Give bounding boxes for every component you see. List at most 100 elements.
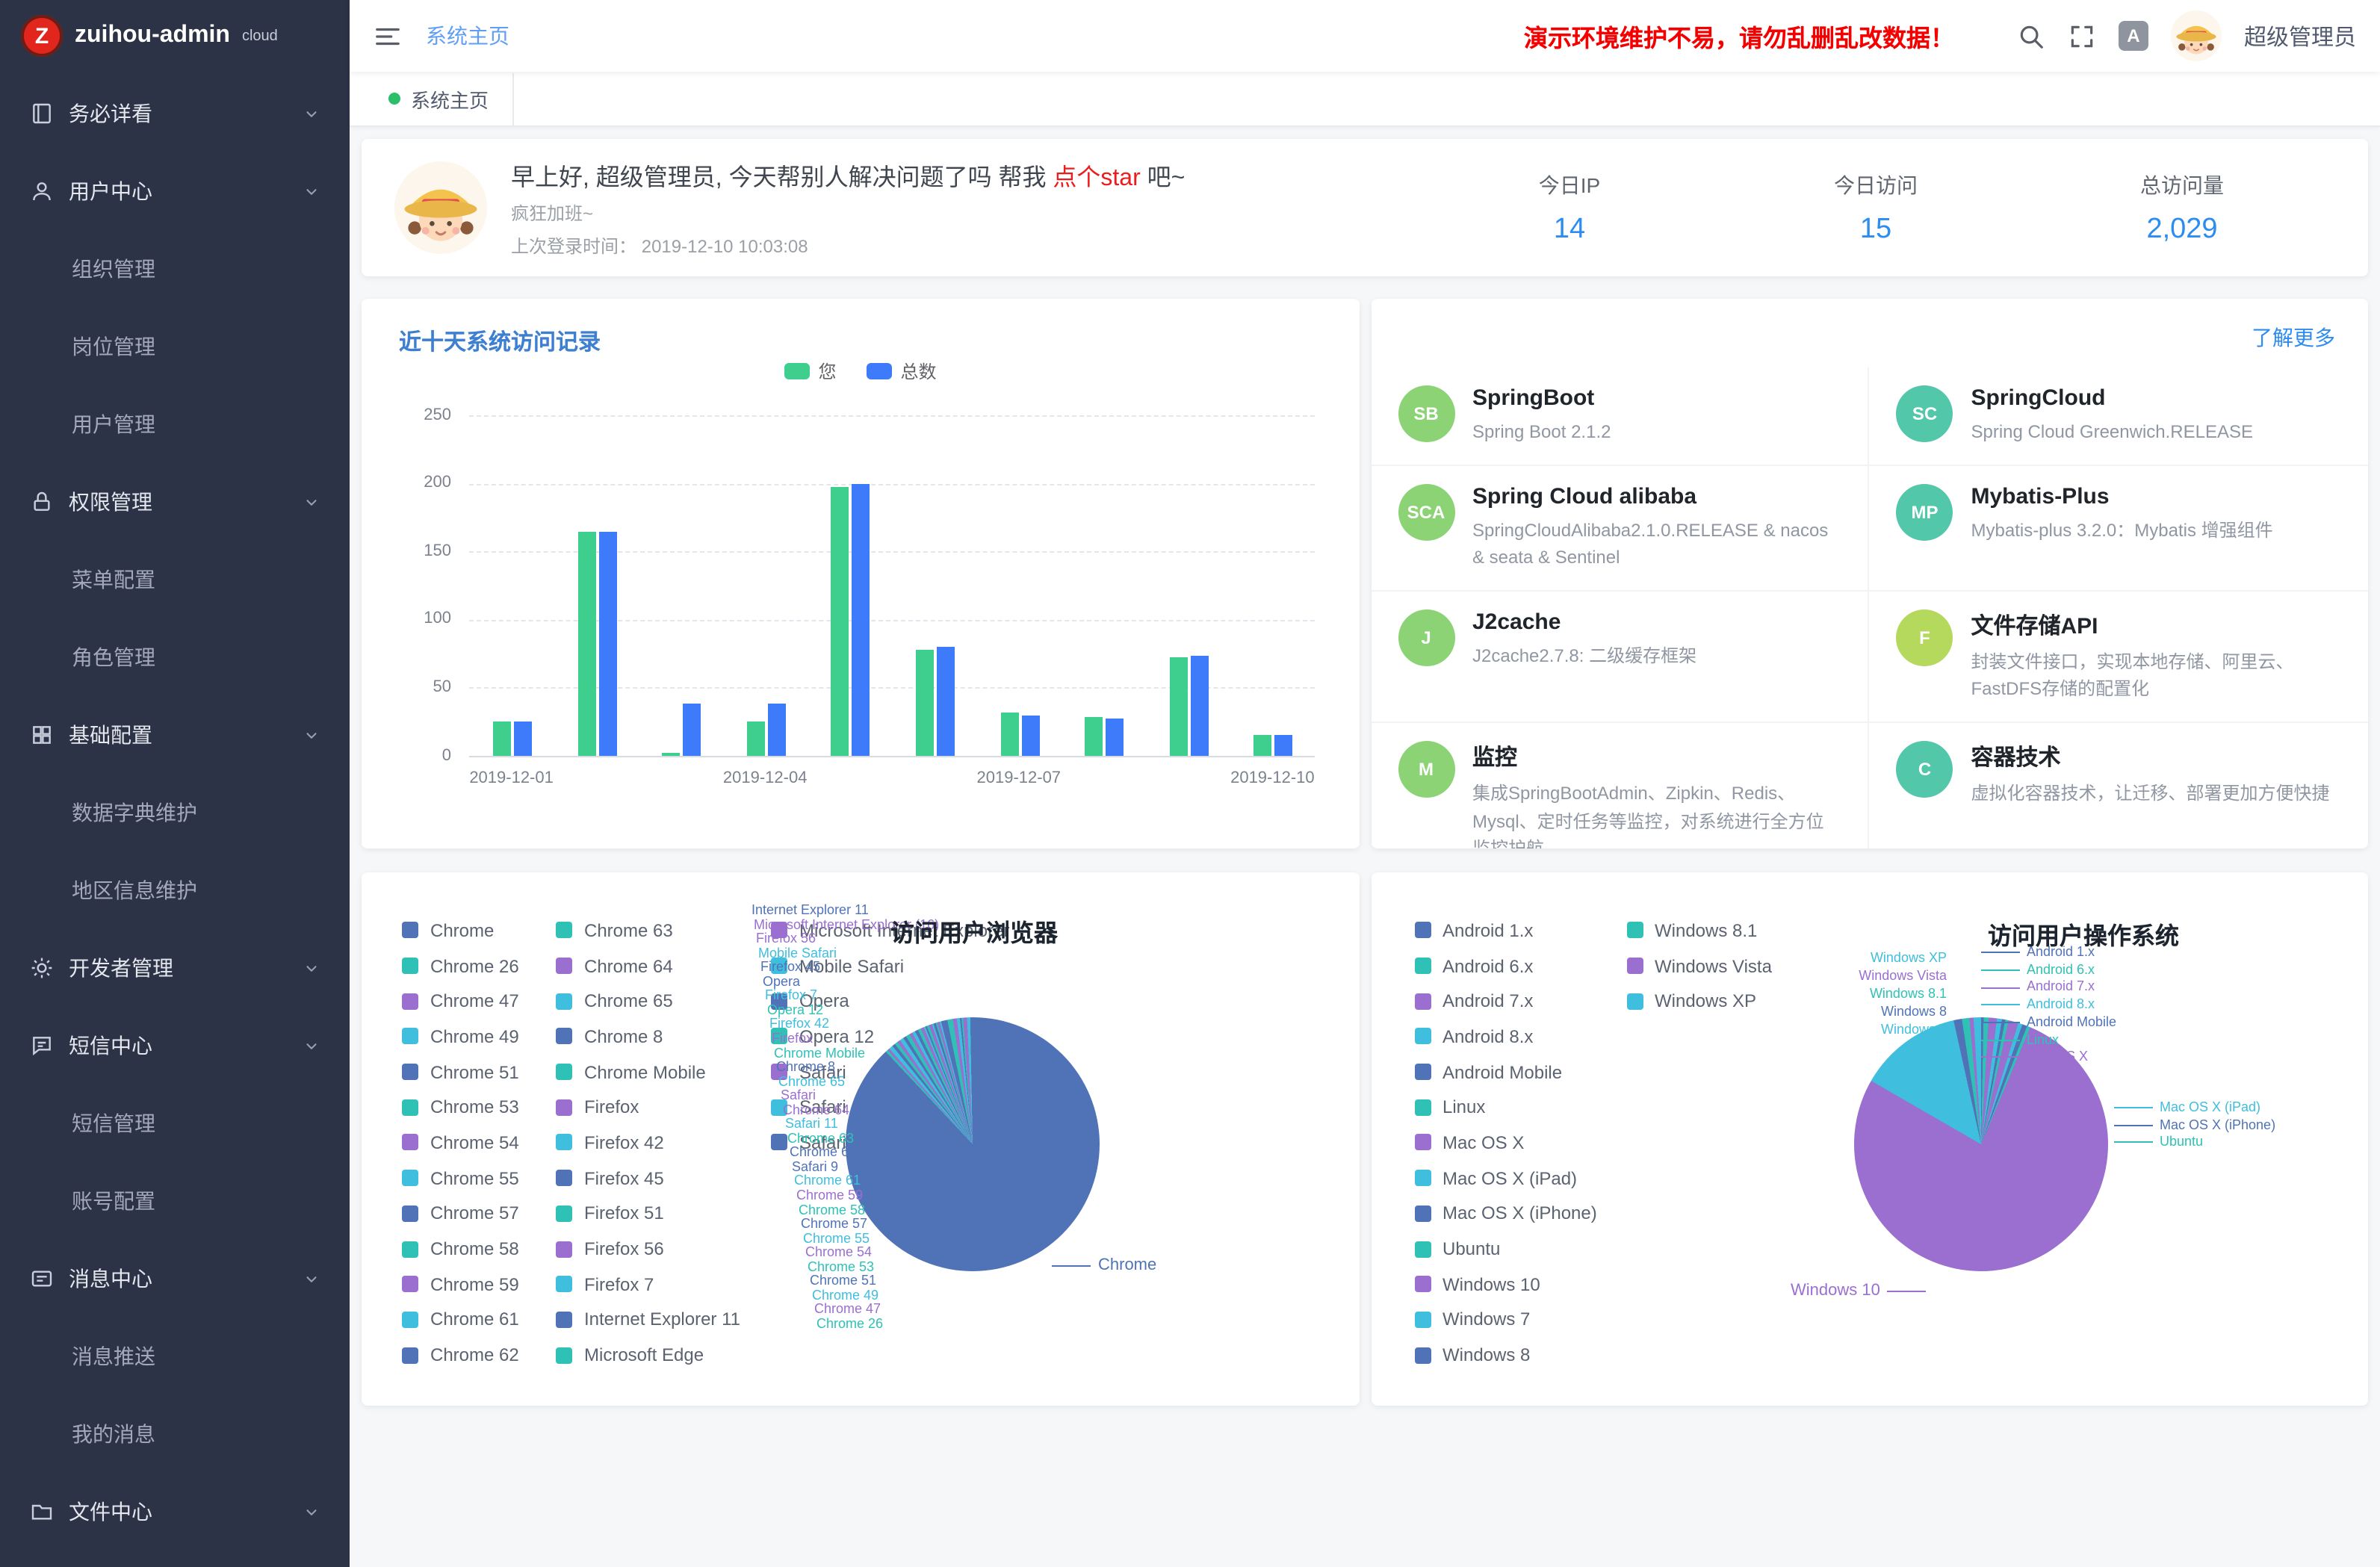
legend-item-总数[interactable]: 总数 xyxy=(867,359,937,384)
user-avatar[interactable] xyxy=(2171,10,2222,61)
sidebar-subitem-5-0[interactable]: 短信管理 xyxy=(0,1085,350,1162)
fullscreen-icon[interactable] xyxy=(2068,22,2096,50)
tech-text: 容器技术虚拟化容器技术，让迁移、部署更加方便快捷 xyxy=(1971,741,2330,807)
sidebar-item-2[interactable]: 权限管理 xyxy=(0,463,350,541)
legend-chip xyxy=(1414,958,1431,974)
greeting-pre: 早上好, 超级管理员, 今天帮别人解决问题了吗 帮我 xyxy=(511,166,1053,191)
sidebar-subitem-2-0[interactable]: 菜单配置 xyxy=(0,541,350,618)
legend-item[interactable]: Firefox 56 xyxy=(556,1231,740,1266)
pie-callout-label: Mac OS X (iPad) xyxy=(2113,1099,2260,1114)
sidebar-item-4[interactable]: 开发者管理 xyxy=(0,929,350,1007)
legend-item[interactable]: Windows 8 xyxy=(1414,1338,1597,1373)
legend-chip xyxy=(556,1276,572,1292)
sidebar-subitem-5-1[interactable]: 账号配置 xyxy=(0,1162,350,1240)
main-area: 系统主页 演示环境维护不易，请勿乱删乱改数据！ A 超级管理员 系统主页 xyxy=(350,0,2380,1567)
legend-item[interactable]: Chrome 8 xyxy=(556,1019,740,1054)
tech-badge-icon: M xyxy=(1398,741,1454,798)
legend-item[interactable]: Firefox 51 xyxy=(556,1196,740,1231)
legend-item[interactable]: Chrome 57 xyxy=(402,1196,519,1231)
search-icon[interactable] xyxy=(2017,22,2045,50)
username[interactable]: 超级管理员 xyxy=(2244,20,2356,52)
legend-item[interactable]: Chrome 54 xyxy=(402,1125,519,1160)
legend-item[interactable]: Microsoft Edge xyxy=(556,1338,740,1373)
sidebar-subitem-3-1[interactable]: 地区信息维护 xyxy=(0,851,350,929)
sidebar-item-5[interactable]: 短信中心 xyxy=(0,1007,350,1085)
legend-item[interactable]: Android 6.x xyxy=(1414,948,1597,983)
legend-item[interactable]: Chrome 63 xyxy=(556,913,740,948)
legend-chip xyxy=(867,363,892,379)
legend-label: Windows 7 xyxy=(1442,1309,1530,1330)
legend-label: 您 xyxy=(818,359,836,384)
legend-item[interactable]: Android Mobile xyxy=(1414,1055,1597,1090)
collapse-menu-icon[interactable] xyxy=(374,22,402,50)
legend-label: 总数 xyxy=(901,359,937,384)
legend-label: Android 1.x xyxy=(1442,920,1533,941)
legend-item[interactable]: Firefox 45 xyxy=(556,1161,740,1196)
legend-item[interactable]: Android 1.x xyxy=(1414,913,1597,948)
legend-item[interactable]: Android 7.x xyxy=(1414,984,1597,1019)
legend-item[interactable]: Mac OS X xyxy=(1414,1125,1597,1160)
chevron-down-icon xyxy=(303,727,320,743)
legend-chip xyxy=(1414,1135,1431,1151)
legend-item[interactable]: Firefox xyxy=(556,1090,740,1125)
legend-item[interactable]: Windows 7 xyxy=(1414,1302,1597,1337)
legend-item[interactable]: Chrome Mobile xyxy=(556,1055,740,1090)
sidebar-item-1[interactable]: 用户中心 xyxy=(0,152,350,230)
sidebar-subitem-6-1[interactable]: 我的消息 xyxy=(0,1395,350,1473)
sidebar-subitem-2-1[interactable]: 角色管理 xyxy=(0,618,350,696)
pie-callout-label: Android Mobile xyxy=(1980,1014,2116,1029)
legend-item[interactable]: Chrome 64 xyxy=(556,948,740,983)
legend-item[interactable]: Mac OS X (iPhone) xyxy=(1414,1196,1597,1231)
legend-label: Chrome 8 xyxy=(584,1026,663,1047)
sidebar-subitem-1-0[interactable]: 组织管理 xyxy=(0,230,350,308)
legend-item[interactable]: Windows XP xyxy=(1626,984,1772,1019)
legend-chip xyxy=(556,1241,572,1257)
legend-item[interactable]: Chrome 53 xyxy=(402,1090,519,1125)
legend-item[interactable]: Ubuntu xyxy=(1414,1231,1597,1266)
sidebar-subitem-3-0[interactable]: 数据字典维护 xyxy=(0,774,350,851)
tech-desc: Spring Cloud Greenwich.RELEASE xyxy=(1971,418,2254,446)
legend-item[interactable]: Chrome 62 xyxy=(402,1338,519,1373)
tab-home[interactable]: 系统主页 xyxy=(365,72,514,125)
legend-item[interactable]: Mac OS X (iPad) xyxy=(1414,1161,1597,1196)
sidebar-item-3[interactable]: 基础配置 xyxy=(0,696,350,774)
legend-item[interactable]: Chrome 59 xyxy=(402,1267,519,1302)
legend-item[interactable]: Chrome 58 xyxy=(402,1231,519,1266)
gear-icon xyxy=(30,956,54,980)
legend-item[interactable]: Windows 8.1 xyxy=(1626,913,1772,948)
stat-0: 今日IP14 xyxy=(1416,170,1723,246)
sidebar-item-6[interactable]: 消息中心 xyxy=(0,1240,350,1318)
font-size-icon[interactable]: A xyxy=(2119,21,2148,51)
legend-item[interactable]: Chrome 49 xyxy=(402,1019,519,1054)
breadcrumb[interactable]: 系统主页 xyxy=(426,21,509,51)
learn-more-link[interactable]: 了解更多 xyxy=(2252,323,2335,353)
legend-item[interactable]: Linux xyxy=(1414,1090,1597,1125)
legend-label: Mac OS X (iPad) xyxy=(1442,1167,1577,1188)
sidebar-item-7[interactable]: 文件中心 xyxy=(0,1473,350,1551)
star-link[interactable]: 点个star xyxy=(1053,166,1140,191)
legend-item[interactable]: Firefox 7 xyxy=(556,1267,740,1302)
sidebar-item-0[interactable]: 务必详看 xyxy=(0,75,350,152)
legend-item[interactable]: Chrome 55 xyxy=(402,1161,519,1196)
legend-item[interactable]: Firefox 42 xyxy=(556,1125,740,1160)
brand[interactable]: Z zuihou-admin cloud xyxy=(0,0,350,72)
legend-item[interactable]: Windows Vista xyxy=(1626,948,1772,983)
legend-item[interactable]: Chrome 47 xyxy=(402,984,519,1019)
legend-item[interactable]: Windows 10 xyxy=(1414,1267,1597,1302)
pie-callout-label: Internet Explorer 11 xyxy=(752,902,869,917)
brand-suffix: cloud xyxy=(242,28,278,44)
y-axis-label: 250 xyxy=(362,406,451,423)
sidebar-subitem-1-1[interactable]: 岗位管理 xyxy=(0,308,350,385)
visits-bar-chart: 0501001502002502019-12-012019-12-042019-… xyxy=(362,403,1359,840)
legend-item[interactable]: Chrome 61 xyxy=(402,1302,519,1337)
legend-item[interactable]: Chrome 26 xyxy=(402,948,519,983)
legend-item-您[interactable]: 您 xyxy=(784,359,836,384)
sidebar-subitem-1-2[interactable]: 用户管理 xyxy=(0,385,350,463)
legend-item[interactable]: Internet Explorer 11 xyxy=(556,1302,740,1337)
legend-item[interactable]: Android 8.x xyxy=(1414,1019,1597,1054)
legend-item[interactable]: Chrome xyxy=(402,913,519,948)
legend-item[interactable]: Chrome 51 xyxy=(402,1055,519,1090)
sidebar-subitem-6-0[interactable]: 消息推送 xyxy=(0,1318,350,1395)
bar-您 xyxy=(1085,718,1103,756)
legend-item[interactable]: Chrome 65 xyxy=(556,984,740,1019)
